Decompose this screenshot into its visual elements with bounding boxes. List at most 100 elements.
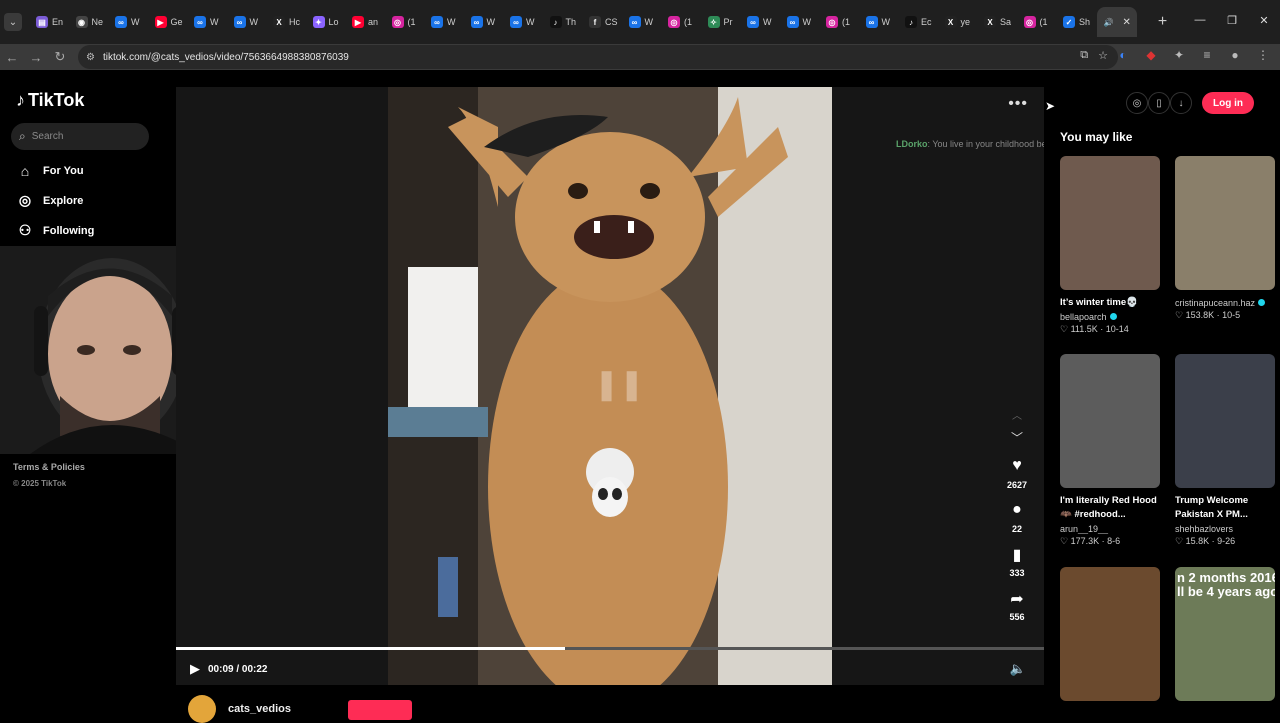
recommendation-title[interactable]: Trump Welcome Pakistan X PM... [1175,494,1275,522]
browser-tab[interactable]: ✧ Pr [702,7,742,37]
pause-overlay-icon[interactable]: ❚❚ [594,367,644,402]
recommendation-title[interactable]: I'm literally Red Hood 🦇 #redhood... [1060,494,1160,522]
browser-tab[interactable]: Xye [939,7,979,37]
url-bar[interactable]: ⚙ tiktok.com/@cats_vedios/video/75636649… [78,45,1118,69]
recommendation-author[interactable]: cristinapuceann.haz [1175,298,1275,308]
browser-tab[interactable]: ◎ (1 [820,7,860,37]
browser-tab[interactable]: ∞ W [781,7,821,37]
recommendation-author[interactable]: shehbazlovers [1175,524,1275,534]
video-thumbnail[interactable] [1060,567,1160,701]
browser-tab[interactable]: ∞ W [623,7,663,37]
recommendation-card[interactable]: Trump Welcome Pakistan X PM... shehbazlov… [1175,354,1275,547]
play-icon[interactable]: ▶ [190,661,200,677]
browser-tab[interactable]: X Hc [267,7,307,37]
tab-title: Ge [170,17,183,27]
comment-icon[interactable]: ● [1012,501,1022,521]
browser-tab[interactable]: ▶ Ge [149,7,189,37]
browser-tab[interactable]: ∞ W [109,7,149,37]
author-name[interactable]: arun__19__ [1060,524,1108,534]
video-thumbnail[interactable] [1175,354,1275,488]
follow-button[interactable] [348,700,412,720]
reload-icon[interactable]: ↻ [48,49,72,65]
mobile-app-icon[interactable]: ▯ [1148,92,1170,114]
browser-tab[interactable]: f CS [583,7,623,37]
browser-tab[interactable]: ∞ W [504,7,544,37]
recommendation-author[interactable]: arun__19__ [1060,524,1160,534]
author-name[interactable]: shehbazlovers [1175,524,1233,534]
forward-icon[interactable]: → [24,50,48,65]
search-input[interactable] [31,131,132,142]
extensions-puzzle-icon[interactable]: ✦ [1172,48,1186,62]
video-thumbnail[interactable] [1060,156,1160,290]
heart-icon[interactable]: ♥ [1012,457,1022,477]
browser-tab[interactable]: ♪ Ec [899,7,939,37]
install-app-icon[interactable]: ⧉ [1080,49,1088,62]
chevron-down-icon[interactable]: ﹀ [1011,429,1023,457]
browser-tab[interactable]: ∞ W [188,7,228,37]
minimize-icon[interactable]: — [1184,14,1216,27]
author-name[interactable]: cristinapuceann.haz [1175,298,1255,308]
browser-tab[interactable]: ◉ Ne [70,7,110,37]
media-controls-icon[interactable]: ≡ [1200,48,1214,62]
profile-avatar-icon[interactable]: ● [1228,48,1242,62]
recommendation-card[interactable]: cristinapuceann.haz ♡ 153.8K · 10-5 [1175,156,1275,321]
back-icon[interactable]: ← [0,50,24,65]
login-button[interactable]: Log in [1202,92,1254,114]
browser-tab[interactable]: ◎ (1 [386,7,426,37]
extension-icon[interactable]: ◐ [1116,48,1130,62]
browser-menu-icon[interactable]: ⋮ [1256,48,1270,62]
progress-bar[interactable] [176,647,1044,650]
terms-link[interactable]: Terms & Policies [13,462,85,472]
share-icon[interactable]: ➦ [1010,589,1023,609]
action-bar: ︿ ﹀ ♥ 2627 ● 22 ▮ 333 ➦ 556 [1002,407,1032,633]
active-browser-tab[interactable]: 🔊 ✕ [1096,7,1137,37]
author-name[interactable]: cats_vedios [228,703,291,715]
recommendation-card[interactable]: It’s winter time💀 bellapoarch ♡ 111.5K · 1… [1060,156,1160,335]
bookmark-icon[interactable]: ▮ [1013,545,1022,565]
recommendation-card[interactable]: n 2 months 2016 ll be 4 years ago [1175,567,1275,701]
video-player[interactable]: ❚❚ ••• LDorko: You live in your childhoo… [176,87,1044,685]
post-date: 10-5 [1222,310,1241,320]
coins-icon[interactable]: ◎ [1126,92,1148,114]
browser-tab[interactable]: ∞ W [425,7,465,37]
search-box[interactable]: ⌕ [11,123,149,150]
video-thumbnail[interactable]: n 2 months 2016 ll be 4 years ago [1175,567,1275,701]
browser-tab[interactable]: X Sa [978,7,1018,37]
video-thumbnail[interactable] [1060,354,1160,488]
author-name[interactable]: bellapoarch [1060,312,1107,322]
browser-tab[interactable]: ∞ W [465,7,505,37]
browser-tab[interactable]: ∞ W [741,7,781,37]
chevron-up-icon[interactable]: ︿ [1012,407,1022,429]
browser-tab[interactable]: ◎ (1 [1018,7,1058,37]
browser-tab[interactable]: ∞ W [228,7,268,37]
nav-following[interactable]: ⚇ Following [16,222,95,239]
browser-tab[interactable]: ▶ an [346,7,386,37]
tiktok-logo[interactable]: ♪ TikTok [16,90,84,111]
browser-tab[interactable]: ✦ Lo [307,7,347,37]
browser-tab[interactable]: ◎ (1 [662,7,702,37]
tab-search-chevron-icon[interactable]: ⌄ [4,13,22,31]
close-window-icon[interactable]: ✕ [1248,14,1280,27]
new-tab-button[interactable]: + [1151,13,1175,31]
browser-tab[interactable]: ∞ W [860,7,900,37]
site-info-icon[interactable]: ⚙ [86,52,95,63]
url-text[interactable]: tiktok.com/@cats_vedios/video/7563664988… [103,52,349,63]
volume-icon[interactable]: 🔈 [1010,661,1026,677]
browser-tab[interactable]: ♪ Th [544,7,584,37]
browser-tab[interactable]: ✓ Sh [1057,7,1097,37]
recommendation-card[interactable]: I'm literally Red Hood 🦇 #redhood... arun… [1060,354,1160,547]
close-tab-icon[interactable]: ✕ [1123,17,1131,28]
extension-icon[interactable]: ◆ [1144,48,1158,62]
video-thumbnail[interactable] [1175,156,1275,290]
nav-for-you[interactable]: ⌂ For You [16,163,84,179]
browser-tab[interactable]: ▤ En [30,7,70,37]
recommendation-title[interactable]: It’s winter time💀 [1060,296,1160,310]
nav-explore[interactable]: ◎ Explore [16,192,83,209]
avatar[interactable] [188,695,216,723]
recommendation-author[interactable]: bellapoarch [1060,312,1160,322]
restore-icon[interactable]: ❐ [1216,14,1248,27]
download-icon[interactable]: ↓ [1170,92,1192,114]
recommendation-card[interactable] [1060,567,1160,701]
bookmark-star-icon[interactable]: ☆ [1098,49,1108,62]
more-options-icon[interactable]: ••• [1008,95,1028,113]
